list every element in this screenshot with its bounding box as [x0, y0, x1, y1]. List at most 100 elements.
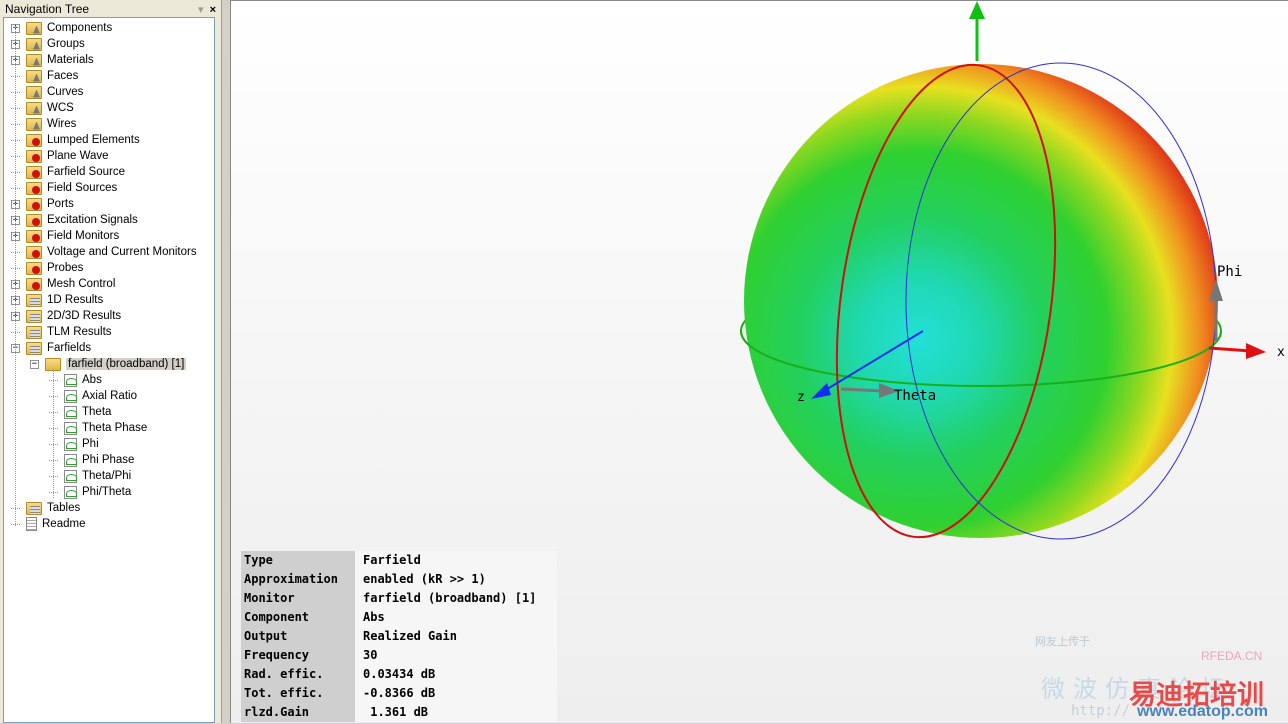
tree-item[interactable]: + Excitation Signals: [11, 212, 138, 228]
gear-icon: [26, 133, 42, 147]
collapse-icon[interactable]: −: [30, 359, 39, 369]
tree-item-label: Theta Phase: [82, 422, 148, 434]
info-key: Type: [241, 551, 355, 570]
info-value: farfield (broadband) [1]: [355, 589, 557, 608]
tree-item[interactable]: Probes: [11, 260, 83, 276]
info-value: 0.03434 dB: [355, 665, 557, 684]
tree-item[interactable]: + Ports: [11, 196, 74, 212]
folder-icon: [26, 37, 42, 51]
tree-item[interactable]: +1D Results: [11, 292, 103, 308]
stack-icon: [26, 293, 42, 307]
tree-item[interactable]: Farfield Source: [11, 164, 125, 180]
watermark-url: www.edatop.com: [1137, 703, 1268, 720]
tree-item-label: Groups: [47, 38, 85, 50]
info-key: Monitor: [241, 589, 355, 608]
watermark-http: http://: [1071, 703, 1131, 719]
info-row: Frequency 30: [241, 646, 557, 665]
tree-item-label: WCS: [47, 102, 74, 114]
plot-icon: [64, 437, 77, 451]
info-row: Tot. effic. -0.8366 dB: [241, 684, 557, 703]
info-value: Realized Gain: [355, 627, 557, 646]
info-key: Component: [241, 608, 355, 627]
plain-icon: [45, 357, 61, 371]
tree-item[interactable]: WCS: [11, 100, 74, 116]
tree-item[interactable]: Lumped Elements: [11, 132, 140, 148]
folder-icon: [26, 101, 42, 115]
info-key: Approximation: [241, 570, 355, 589]
tree-item-label: TLM Results: [47, 326, 112, 338]
info-row: Type Farfield: [241, 551, 557, 570]
panel-title: Navigation Tree: [5, 1, 90, 16]
tree-item-label: Plane Wave: [47, 150, 109, 162]
tree-item[interactable]: Phi: [49, 436, 99, 452]
tree-item-label: Field Sources: [47, 182, 118, 194]
tree-item-label: 2D/3D Results: [47, 310, 122, 322]
tree-item-label: Ports: [47, 198, 74, 210]
tree-item[interactable]: Curves: [11, 84, 83, 100]
tree-item-label: Curves: [47, 86, 84, 98]
stack-icon: [26, 309, 42, 323]
plot-icon: [64, 453, 77, 467]
info-key: rlzd.Gain: [241, 703, 355, 722]
stack-icon: [26, 341, 42, 355]
doc-icon: [26, 517, 37, 531]
watermark-top: 网友上传于: [1035, 636, 1090, 648]
3d-view[interactable]: Phi Theta x z Type Farfield Approximation e…: [230, 0, 1288, 723]
tree-item[interactable]: + Components: [11, 20, 112, 36]
tree-item[interactable]: Readme: [11, 516, 85, 532]
tree-item-label: farfield (broadband) [1]: [66, 358, 187, 370]
tree-item[interactable]: Faces: [11, 68, 78, 84]
tree-item-label: Lumped Elements: [47, 134, 140, 146]
phi-label: Phi: [1217, 264, 1243, 280]
pin-dropdown-icon[interactable]: ▾: [198, 4, 204, 16]
info-value: Farfield: [355, 551, 557, 570]
info-value: Abs: [355, 608, 557, 627]
tree-line: [15, 26, 16, 526]
info-key: Output: [241, 627, 355, 646]
gear-icon: [26, 245, 42, 259]
info-key: Tot. effic.: [241, 684, 355, 703]
tree-item[interactable]: Axial Ratio: [49, 388, 137, 404]
navigation-tree[interactable]: + Components + Groups + Materials Faces Curves W…: [3, 17, 215, 723]
info-row: Output Realized Gain: [241, 627, 557, 646]
tree-item[interactable]: + Groups: [11, 36, 85, 52]
tree-item[interactable]: Plane Wave: [11, 148, 109, 164]
tree-item[interactable]: Voltage and Current Monitors: [11, 244, 197, 260]
tree-item[interactable]: + Mesh Control: [11, 276, 115, 292]
plot-icon: [64, 373, 77, 387]
tree-item[interactable]: Theta/Phi: [49, 468, 131, 484]
tree-item[interactable]: Phi/Theta: [49, 484, 131, 500]
tree-item[interactable]: Field Sources: [11, 180, 117, 196]
close-icon[interactable]: ×: [210, 4, 216, 16]
x-axis: [1208, 346, 1252, 353]
tree-item[interactable]: +2D/3D Results: [11, 308, 121, 324]
tree-item-label: Voltage and Current Monitors: [47, 246, 197, 258]
tree-item[interactable]: Tables: [11, 500, 80, 516]
tree-item-label: Phi: [82, 438, 99, 450]
folder-icon: [26, 69, 42, 83]
watermark: 网友上传于 RFEDA.CN 微波仿真论坛 易迪拓培训 http:// www.…: [1021, 629, 1279, 724]
tree-item[interactable]: − Farfields: [11, 340, 91, 356]
info-value: -0.8366 dB: [355, 684, 557, 703]
tree-item[interactable]: + Materials: [11, 52, 94, 68]
tree-item[interactable]: + Field Monitors: [11, 228, 119, 244]
tree-item[interactable]: Theta Phase: [49, 420, 147, 436]
info-row: Approximation enabled (kR >> 1): [241, 570, 557, 589]
tree-item-label: Axial Ratio: [82, 390, 137, 402]
farfield-info-table: Type Farfield Approximation enabled (kR >> …: [241, 551, 557, 722]
tree-item[interactable]: Abs: [49, 372, 102, 388]
plot-icon: [64, 469, 77, 483]
navigation-tree-panel: Navigation Tree ▾ × + Components + Groups + Ma…: [0, 0, 222, 723]
gear-icon: [26, 229, 42, 243]
tree-item[interactable]: TLM Results: [11, 324, 112, 340]
tree-item-label: Wires: [47, 118, 77, 130]
plot-icon: [64, 389, 77, 403]
tree-item-label: Faces: [47, 70, 79, 82]
plot-icon: [64, 485, 77, 499]
tree-item[interactable]: Wires: [11, 116, 76, 132]
tree-item[interactable]: Phi Phase: [49, 452, 134, 468]
theta-arrow: [840, 387, 884, 393]
tree-item-label: Farfields: [47, 342, 92, 354]
info-value: 30: [355, 646, 557, 665]
tree-item[interactable]: Theta: [49, 404, 111, 420]
